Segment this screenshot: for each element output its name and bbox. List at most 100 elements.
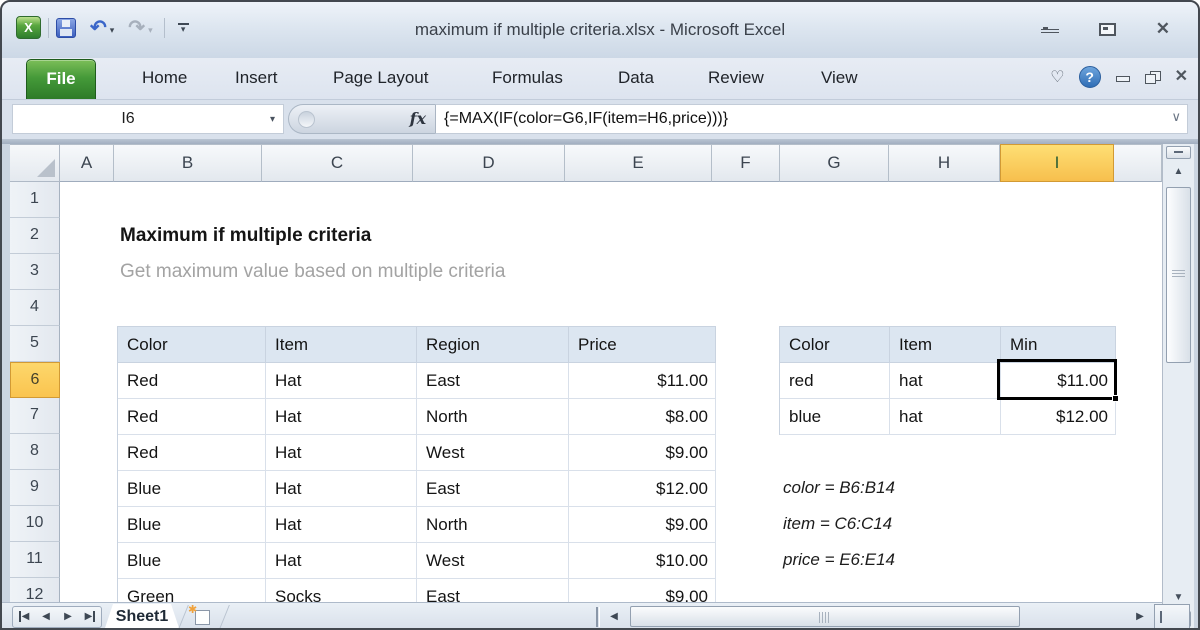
worksheet-title-cell[interactable]: Maximum if multiple criteria: [120, 218, 371, 254]
cell[interactable]: Hat: [266, 399, 417, 435]
cell[interactable]: East: [417, 363, 569, 399]
close-workbook-icon[interactable]: ✕: [1175, 70, 1188, 84]
cell[interactable]: Red: [118, 435, 266, 471]
expand-formula-bar-icon[interactable]: ∨: [1171, 109, 1181, 125]
cell[interactable]: Hat: [266, 363, 417, 399]
cell[interactable]: $12.00: [569, 471, 716, 507]
row-header-4[interactable]: 4: [10, 290, 60, 326]
tab-review[interactable]: Review: [708, 68, 764, 88]
cell[interactable]: North: [417, 399, 569, 435]
help-icon[interactable]: ?: [1079, 66, 1101, 88]
column-header-a[interactable]: A: [60, 144, 114, 182]
cell[interactable]: Hat: [266, 507, 417, 543]
column-header-g[interactable]: G: [780, 144, 889, 182]
column-header-e[interactable]: E: [565, 144, 712, 182]
tab-file[interactable]: File: [26, 59, 96, 99]
header-cell[interactable]: Item: [890, 327, 1001, 363]
row-header-8[interactable]: 8: [10, 434, 60, 470]
column-header-i-selected[interactable]: I: [1000, 144, 1114, 182]
row-header-1[interactable]: 1: [10, 182, 60, 218]
last-sheet-button[interactable]: ▶: [79, 607, 101, 627]
header-cell[interactable]: Item: [266, 327, 417, 363]
horizontal-scroll-thumb[interactable]: [630, 606, 1020, 627]
tab-home[interactable]: Home: [142, 68, 187, 88]
cell[interactable]: Socks: [266, 579, 417, 602]
tab-formulas[interactable]: Formulas: [492, 68, 563, 88]
tab-split-handle[interactable]: [596, 607, 600, 627]
fill-handle[interactable]: [1112, 395, 1119, 402]
select-all-button[interactable]: [10, 144, 60, 182]
header-cell[interactable]: Min: [1001, 327, 1116, 363]
cell[interactable]: $12.00: [1001, 399, 1116, 435]
worksheet-subtitle-cell[interactable]: Get maximum value based on multiple crit…: [120, 254, 505, 290]
column-header-d[interactable]: D: [413, 144, 565, 182]
cell[interactable]: hat: [890, 363, 1001, 399]
cell[interactable]: $10.00: [569, 543, 716, 579]
scroll-right-icon[interactable]: ▶: [1130, 606, 1150, 628]
cell[interactable]: $9.00: [569, 579, 716, 602]
vertical-scrollbar[interactable]: ▲ ▼: [1162, 144, 1194, 630]
cell[interactable]: Red: [118, 363, 266, 399]
next-sheet-button[interactable]: ▶: [57, 607, 79, 627]
cell[interactable]: hat: [890, 399, 1001, 435]
row-header-5[interactable]: 5: [10, 326, 60, 362]
cell[interactable]: West: [417, 543, 569, 579]
previous-sheet-button[interactable]: ◀: [35, 607, 57, 627]
row-header-11[interactable]: 11: [10, 542, 60, 578]
cell[interactable]: East: [417, 579, 569, 602]
cell[interactable]: Blue: [118, 507, 266, 543]
insert-worksheet-button[interactable]: ✱: [190, 608, 210, 625]
range-note-cell[interactable]: item = C6:C14: [783, 506, 892, 542]
restore-window-icon[interactable]: [1099, 23, 1116, 36]
row-header-9[interactable]: 9: [10, 470, 60, 506]
scroll-up-icon[interactable]: ▲: [1166, 162, 1191, 182]
formula-bar-handle-icon[interactable]: [298, 111, 315, 128]
cell[interactable]: Hat: [266, 435, 417, 471]
cell[interactable]: East: [417, 471, 569, 507]
header-cell[interactable]: Price: [569, 327, 716, 363]
name-box-dropdown-icon[interactable]: ▾: [270, 114, 275, 125]
header-cell[interactable]: Color: [780, 327, 890, 363]
row-header-3[interactable]: 3: [10, 254, 60, 290]
row-header-7[interactable]: 7: [10, 398, 60, 434]
close-window-icon[interactable]: ✕: [1156, 22, 1170, 36]
cell[interactable]: $11.00: [569, 363, 716, 399]
header-cell[interactable]: Color: [118, 327, 266, 363]
cell[interactable]: Hat: [266, 543, 417, 579]
restore-workbook-icon[interactable]: [1145, 71, 1161, 84]
cell[interactable]: North: [417, 507, 569, 543]
column-header-c[interactable]: C: [262, 144, 413, 182]
column-header-h[interactable]: H: [889, 144, 1000, 182]
worksheet-area[interactable]: Maximum if multiple criteria Get maximum…: [60, 182, 1162, 602]
column-header-b[interactable]: B: [114, 144, 262, 182]
cell[interactable]: red: [780, 363, 890, 399]
cell[interactable]: Blue: [118, 543, 266, 579]
row-header-2[interactable]: 2: [10, 218, 60, 254]
row-header-10[interactable]: 10: [10, 506, 60, 542]
scroll-left-icon[interactable]: ◀: [604, 606, 624, 628]
range-note-cell[interactable]: price = E6:E14: [783, 542, 895, 578]
row-header-6-selected[interactable]: 6: [10, 362, 60, 398]
tab-page-layout[interactable]: Page Layout: [333, 68, 428, 88]
name-box[interactable]: I6 ▾: [12, 104, 284, 134]
minimize-workbook-icon[interactable]: [1115, 71, 1131, 83]
cell[interactable]: blue: [780, 399, 890, 435]
tab-data[interactable]: Data: [618, 68, 654, 88]
formula-input[interactable]: {=MAX(IF(color=G6,IF(item=H6,price)))} ∨: [435, 104, 1188, 134]
cell[interactable]: $8.00: [569, 399, 716, 435]
cell[interactable]: West: [417, 435, 569, 471]
header-cell[interactable]: Region: [417, 327, 569, 363]
vertical-scroll-thumb[interactable]: [1166, 187, 1191, 363]
vertical-split-handle[interactable]: [1166, 146, 1191, 159]
cell[interactable]: Red: [118, 399, 266, 435]
cell[interactable]: Blue: [118, 471, 266, 507]
column-header-partial[interactable]: [1114, 144, 1162, 182]
range-note-cell[interactable]: color = B6:B14: [783, 470, 895, 506]
insert-function-icon[interactable]: fx: [410, 109, 426, 128]
sheet-tab-sheet1[interactable]: Sheet1: [104, 604, 180, 630]
tab-view[interactable]: View: [821, 68, 858, 88]
first-sheet-button[interactable]: ◀: [13, 607, 35, 627]
row-header-12[interactable]: 12: [10, 578, 60, 602]
scrollbar-corner-handle[interactable]: [1154, 604, 1190, 629]
cell[interactable]: $9.00: [569, 507, 716, 543]
